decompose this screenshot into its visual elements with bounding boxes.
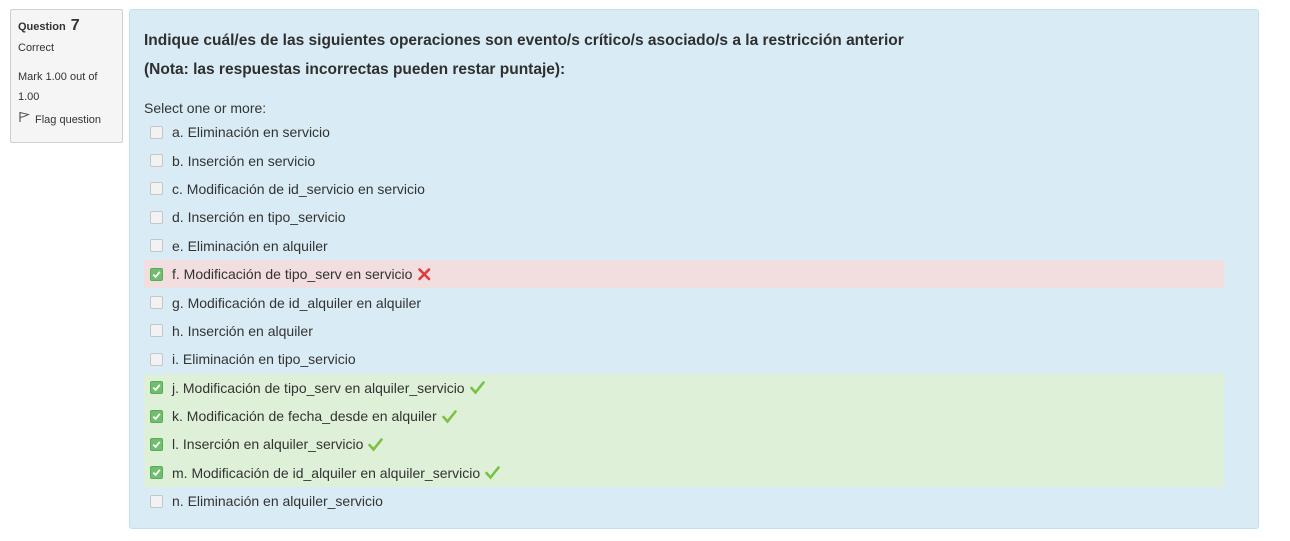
answer-option: i. Eliminación en tipo_servicio [144,345,1224,373]
answer-option: m. Modificación de id_alquiler en alquil… [144,458,1224,488]
checkbox-checked[interactable] [150,409,163,423]
answer-option-label[interactable]: e. Eliminación en alquiler [172,238,328,254]
checkbox[interactable] [150,296,163,310]
checkbox-checked[interactable] [150,381,163,395]
flag-question-link[interactable]: Flag question [18,111,115,128]
checkbox[interactable] [150,352,163,366]
check-icon [368,437,384,452]
answer-option: f. Modificación de tipo_serv en servicio [144,259,1224,289]
answer-option-label[interactable]: a. Eliminación en servicio [172,124,330,140]
answer-option: b. Inserción en servicio [144,146,1224,174]
answer-option: k. Modificación de fecha_desde en alquil… [144,401,1224,431]
answer-option-label[interactable]: i. Eliminación en tipo_servicio [172,351,356,367]
check-icon [469,380,485,395]
question-content-panel: Indique cuál/es de las siguientes operac… [129,9,1259,529]
checkbox-checked[interactable] [150,267,163,281]
checkbox[interactable] [150,239,163,253]
checkbox-checked-icon [152,469,161,477]
question-text-line2: (Nota: las respuestas incorrectas pueden… [144,61,566,78]
answer-option-label[interactable]: f. Modificación de tipo_serv en servicio [172,266,412,282]
checkbox-checked-icon [152,412,161,420]
cross-icon [417,267,432,282]
answer-option-label[interactable]: m. Modificación de id_alquiler en alquil… [172,465,480,481]
answer-prompt: Select one or more: [144,100,267,116]
flag-question-label: Flag question [35,113,102,126]
answer-option: a. Eliminación en servicio [144,118,1224,146]
answer-option: c. Modificación de id_servicio en servic… [144,175,1224,203]
answer-option-label[interactable]: j. Modificación de tipo_serv en alquiler… [172,380,465,396]
checkbox-checked[interactable] [150,466,163,480]
answer-option: d. Inserción en tipo_servicio [144,203,1224,231]
checkbox[interactable] [150,210,163,224]
question-state: Correct [18,42,55,54]
answer-option: n. Eliminación en alquiler_servicio [144,487,1224,515]
checkbox-checked-icon [152,441,161,449]
checkbox-checked-icon [152,384,161,392]
answer-option: l. Inserción en alquiler_servicio [144,430,1224,459]
answer-option: g. Modificación de id_alquiler en alquil… [144,288,1224,316]
checkbox[interactable] [150,494,163,508]
answer-option-label[interactable]: d. Inserción en tipo_servicio [172,209,346,225]
answer-option-label[interactable]: c. Modificación de id_servicio en servic… [172,181,425,197]
checkbox[interactable] [150,324,163,338]
answer-option: e. Eliminación en alquiler [144,232,1224,260]
check-icon [485,465,500,480]
checkbox[interactable] [150,125,163,139]
answer-options: a. Eliminación en servicio b. Inserción e… [144,118,1224,515]
answer-option-label[interactable]: g. Modificación de id_alquiler en alquil… [172,295,421,311]
answer-option-label[interactable]: h. Inserción en alquiler [172,323,313,339]
question-text: Indique cuál/es de las siguientes operac… [144,26,904,84]
answer-option: h. Inserción en alquiler [144,317,1224,345]
question-number: 7 [70,17,80,34]
answer-option: j. Modificación de tipo_serv en alquiler… [144,373,1224,402]
checkbox-checked-icon [152,270,161,278]
checkbox-checked[interactable] [150,437,163,451]
question-grade: Mark 1.00 out of 1.00 [18,71,98,103]
answer-option-label[interactable]: k. Modificación de fecha_desde en alquil… [172,408,437,424]
question-info-panel: Question 7 Correct Mark 1.00 out of 1.00… [10,9,123,143]
flag-icon [18,111,35,128]
check-icon [441,409,457,424]
answer-option-label[interactable]: l. Inserción en alquiler_servicio [172,436,363,452]
answer-option-label[interactable]: b. Inserción en servicio [172,153,315,169]
checkbox[interactable] [150,154,163,168]
question-number-heading: Question 7 [18,16,115,37]
question-label: Question [18,21,66,33]
answer-option-label[interactable]: n. Eliminación en alquiler_servicio [172,493,383,509]
checkbox[interactable] [150,182,163,196]
question-text-line1: Indique cuál/es de las siguientes operac… [144,32,904,49]
